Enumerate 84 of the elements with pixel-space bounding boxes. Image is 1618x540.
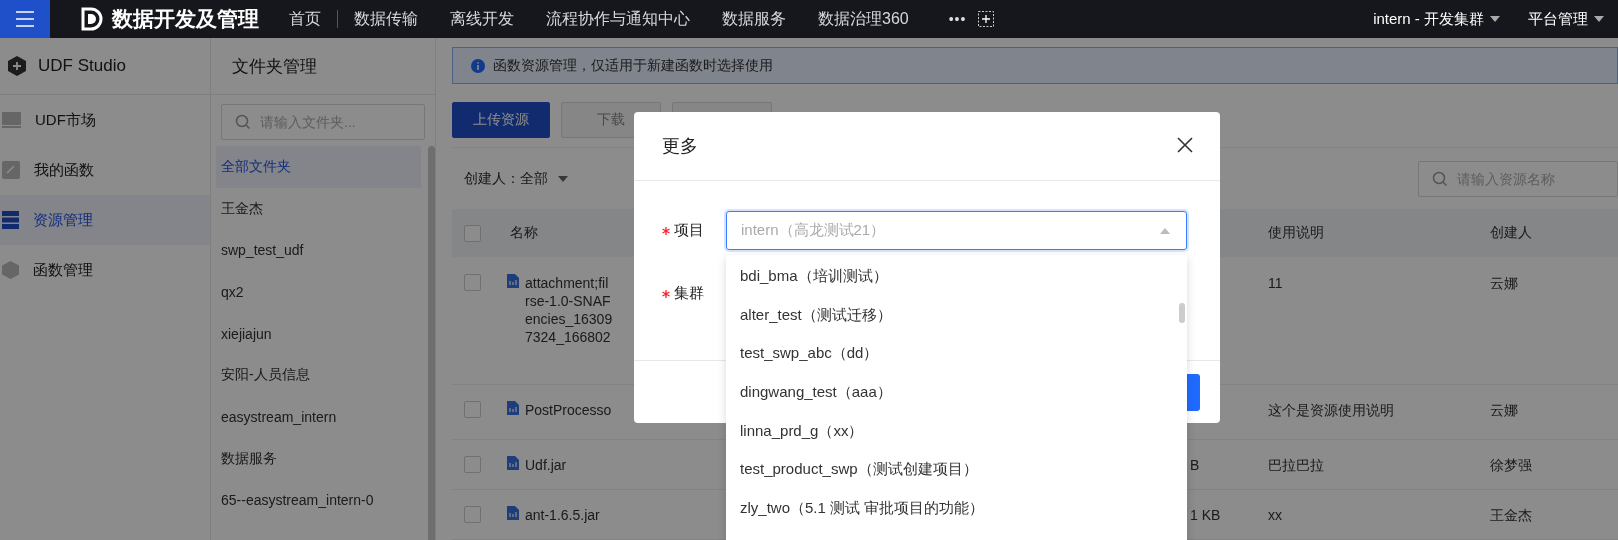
required-mark-icon bbox=[662, 289, 670, 298]
folder-item[interactable]: 安阳-人员信息 bbox=[216, 354, 421, 397]
file-name[interactable]: ant-1.6.5.jar bbox=[525, 506, 600, 524]
folder-item[interactable]: easystream_intern bbox=[216, 396, 421, 438]
table-cell: 11 bbox=[1268, 275, 1283, 291]
monitor-icon bbox=[2, 112, 21, 128]
table-cell: 云娜 bbox=[1490, 402, 1518, 418]
file-icon bbox=[507, 456, 519, 470]
field-label: 集群 bbox=[662, 284, 718, 303]
table-cell: xx bbox=[1268, 507, 1282, 523]
sidebar-item[interactable]: UDF市场 bbox=[0, 95, 210, 145]
folder-item[interactable]: 65--easystream_intern-0 bbox=[216, 479, 421, 522]
table-cell: B bbox=[1190, 457, 1200, 473]
scrollbar[interactable] bbox=[428, 146, 435, 540]
dropdown-option[interactable]: test_swp_abc（dd） bbox=[726, 334, 1187, 374]
scrollbar-thumb[interactable] bbox=[1179, 303, 1185, 323]
modal-title: 更多 bbox=[662, 135, 698, 158]
checkbox[interactable] bbox=[464, 506, 481, 523]
folder-item[interactable]: 王金杰 bbox=[216, 187, 421, 230]
info-icon bbox=[471, 58, 485, 73]
sidebar-item[interactable]: 资源管理 bbox=[0, 195, 210, 245]
add-icon[interactable] bbox=[978, 11, 995, 27]
dropdown-option[interactable]: zly_two（5.1 测试 审批项目的功能） bbox=[726, 489, 1187, 528]
checkbox[interactable] bbox=[464, 224, 481, 242]
field-label: 项目 bbox=[662, 221, 718, 240]
hexagon-icon bbox=[2, 261, 19, 279]
cluster-dropdown[interactable]: intern - 开发集群 bbox=[1359, 9, 1514, 29]
file-name[interactable]: Udf.jar bbox=[525, 456, 567, 474]
file-name[interactable]: PostProcesso bbox=[525, 401, 612, 419]
upload-button[interactable]: 上传资源 bbox=[452, 102, 550, 138]
dropdown-option[interactable]: bdi_bma（培训测试） bbox=[726, 257, 1187, 296]
menu-icon bbox=[16, 11, 34, 27]
logo-icon bbox=[80, 7, 104, 31]
caret-icon bbox=[558, 175, 568, 182]
nav-item[interactable]: 数据服务 bbox=[706, 8, 802, 30]
sidebar-title: UDF Studio bbox=[38, 56, 126, 76]
folder-item[interactable]: 全部文件夹 bbox=[216, 146, 421, 188]
caret-icon bbox=[1490, 16, 1500, 22]
column-header: 创建人 bbox=[1480, 209, 1618, 257]
caret-icon bbox=[1594, 16, 1604, 22]
dropdown-option[interactable]: dingwang_test（aaa） bbox=[726, 373, 1187, 412]
file-icon bbox=[507, 274, 519, 288]
table-cell: 王金杰 bbox=[1490, 507, 1532, 523]
search-icon bbox=[235, 114, 251, 130]
chevron-icon bbox=[1160, 227, 1170, 234]
file-icon bbox=[507, 401, 519, 415]
alert-text: 函数资源管理，仅适用于新建函数时选择使用 bbox=[493, 56, 773, 75]
nav-item[interactable]: 离线开发 bbox=[434, 8, 530, 30]
dropdown-option[interactable]: alter_test（测试迁移） bbox=[726, 295, 1187, 335]
dropdown-option[interactable]: test_product_swp（测试创建项目） bbox=[726, 450, 1187, 490]
brand-title: 数据开发及管理 bbox=[112, 6, 259, 32]
nav-item[interactable]: 数据传输 bbox=[338, 8, 434, 30]
admin-dropdown[interactable]: 平台管理 bbox=[1514, 9, 1618, 29]
required-mark-icon bbox=[662, 226, 670, 235]
folder-panel-title: 文件夹管理 bbox=[211, 38, 435, 95]
folder-item[interactable]: swp_test_udf bbox=[216, 229, 421, 272]
close-icon bbox=[1177, 137, 1193, 153]
nav-item[interactable]: 流程协作与通知中心 bbox=[530, 8, 706, 30]
creator-filter[interactable]: 创建人：全部 bbox=[452, 169, 568, 188]
checkbox[interactable] bbox=[464, 456, 481, 473]
more-button[interactable]: ••• bbox=[924, 11, 979, 27]
table-cell: 徐梦强 bbox=[1490, 457, 1532, 473]
checkbox[interactable] bbox=[464, 274, 481, 291]
table-cell: 云娜 bbox=[1490, 275, 1518, 291]
table-cell: 1 KB bbox=[1190, 507, 1221, 523]
file-icon bbox=[507, 506, 519, 520]
menu-button[interactable] bbox=[0, 0, 50, 38]
sidebar-item[interactable]: 我的函数 bbox=[0, 145, 210, 195]
checkbox[interactable] bbox=[464, 401, 481, 418]
file-name[interactable]: attachment;fil rse-1.0-SNAF encies_16309 7324_166802 bbox=[525, 274, 613, 346]
close-button[interactable] bbox=[1176, 137, 1194, 155]
folder-item[interactable]: qx2 bbox=[216, 271, 421, 313]
column-header: 使用说明 bbox=[1258, 209, 1480, 257]
search-icon bbox=[1432, 170, 1448, 187]
nav-item[interactable]: 数据治理360 bbox=[802, 8, 925, 30]
server-icon bbox=[2, 211, 19, 229]
folder-item[interactable]: 数据服务 bbox=[216, 437, 421, 480]
dropdown-option[interactable]: linna_prd_g（xx） bbox=[726, 411, 1187, 451]
table-cell: 这个是资源使用说明 bbox=[1268, 402, 1394, 418]
table-cell: 巴拉巴拉 bbox=[1268, 457, 1324, 473]
hexagon-logo-icon bbox=[8, 56, 26, 76]
folder-item[interactable]: xiejiajun bbox=[216, 312, 421, 355]
sidebar-item[interactable]: 函数管理 bbox=[0, 245, 210, 295]
nav-item[interactable]: 首页 bbox=[273, 8, 337, 30]
